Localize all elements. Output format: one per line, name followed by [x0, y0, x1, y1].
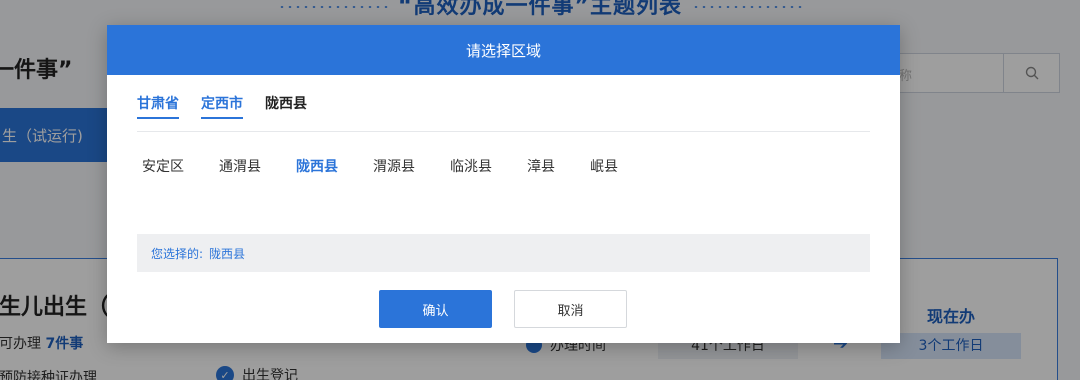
region-option-longxi[interactable]: 陇西县: [296, 156, 338, 176]
breadcrumb-county: 陇西县: [265, 96, 307, 112]
region-breadcrumb: 甘肃省 定西市 陇西县: [137, 93, 307, 119]
region-option-min[interactable]: 岷县: [590, 156, 618, 176]
breadcrumb-city[interactable]: 定西市: [201, 93, 243, 119]
selection-value: 陇西县: [209, 246, 246, 261]
breadcrumb-province[interactable]: 甘肃省: [137, 93, 179, 119]
selection-summary: 您选择的: 陇西县: [137, 234, 870, 272]
region-option-tongwei[interactable]: 通渭县: [219, 156, 261, 176]
region-options: 安定区 通渭县 陇西县 渭源县 临洮县 漳县 岷县: [142, 156, 618, 176]
region-option-zhang[interactable]: 漳县: [527, 156, 555, 176]
region-option-anding[interactable]: 安定区: [142, 156, 184, 176]
selection-label: 您选择的:: [151, 246, 204, 261]
region-select-modal: 请选择区域 甘肃省 定西市 陇西县 安定区 通渭县 陇西县 渭源县 临洮县 漳县…: [107, 25, 900, 343]
cancel-button[interactable]: 取消: [514, 290, 627, 328]
divider: [137, 131, 870, 132]
modal-title: 请选择区域: [465, 41, 541, 60]
modal-header: 请选择区域: [107, 25, 900, 75]
region-option-lintao[interactable]: 临洮县: [450, 156, 492, 176]
confirm-button[interactable]: 确认: [379, 290, 492, 328]
region-option-weiyuan[interactable]: 渭源县: [373, 156, 415, 176]
page: “高效办成一件事”主题列表 一件事” 称 生（试运行) 生儿出生（试 可办理 7…: [0, 0, 1080, 380]
